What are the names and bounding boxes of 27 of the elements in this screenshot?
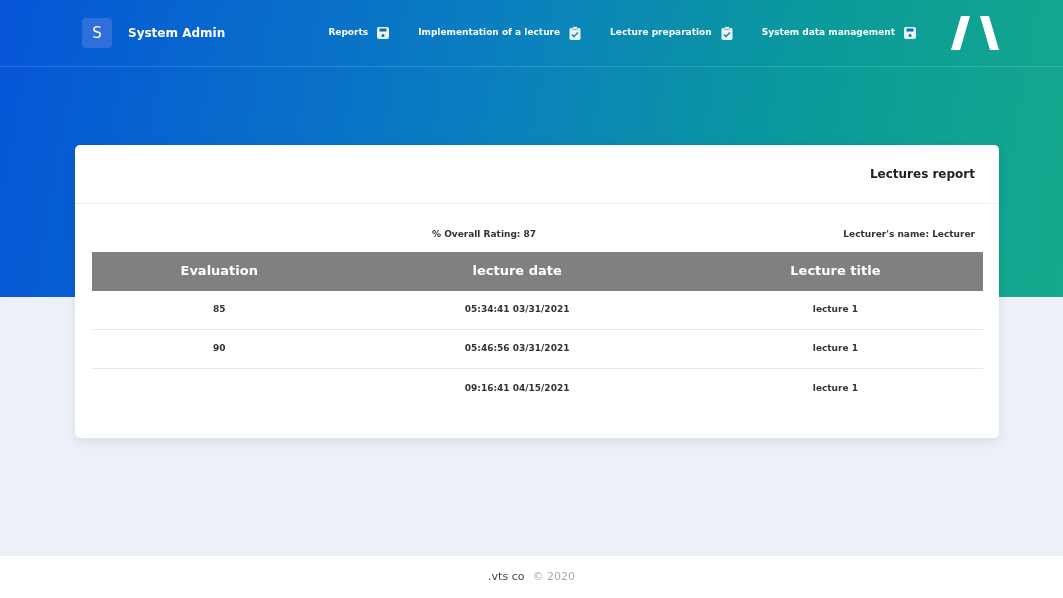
column-header: Evaluation	[92, 251, 347, 291]
card-title: Lectures report	[869, 166, 975, 183]
table-cell: 05:34:41 03/31/2021	[464, 304, 570, 314]
avatar: S	[82, 18, 112, 48]
lecturer-name: Lecturer's name: Lecturer	[843, 228, 975, 241]
table-cell: 90	[212, 343, 226, 354]
save-icon	[376, 26, 391, 40]
overall-rating: % Overall Rating: 87	[432, 228, 537, 241]
table-cell: lecture 1	[812, 343, 858, 354]
table-cell: lecture 1	[812, 382, 858, 393]
nav-link[interactable]: Implementation of a lecture	[418, 26, 583, 40]
copyright: © 2020	[532, 568, 575, 585]
table-cell: 09:16:41 04/15/2021	[464, 382, 570, 393]
table-cell: lecture 1	[812, 304, 858, 314]
clipboard-icon	[568, 26, 583, 40]
company-name: .vts co	[488, 568, 525, 585]
column-header: lecture date	[346, 251, 688, 291]
nav-link[interactable]: System data management	[761, 26, 917, 40]
save-icon	[903, 26, 917, 40]
column-header: Lecture title	[687, 251, 983, 291]
table-cell: 05:46:56 03/31/2021	[464, 343, 570, 354]
clipboard-icon	[719, 26, 734, 40]
logo-icon	[951, 16, 999, 50]
nav-link[interactable]: Lecture preparation	[610, 26, 734, 40]
user-name: System Admin	[128, 25, 226, 42]
table-cell: 85	[212, 304, 226, 314]
nav-link[interactable]: Reports	[328, 26, 391, 40]
